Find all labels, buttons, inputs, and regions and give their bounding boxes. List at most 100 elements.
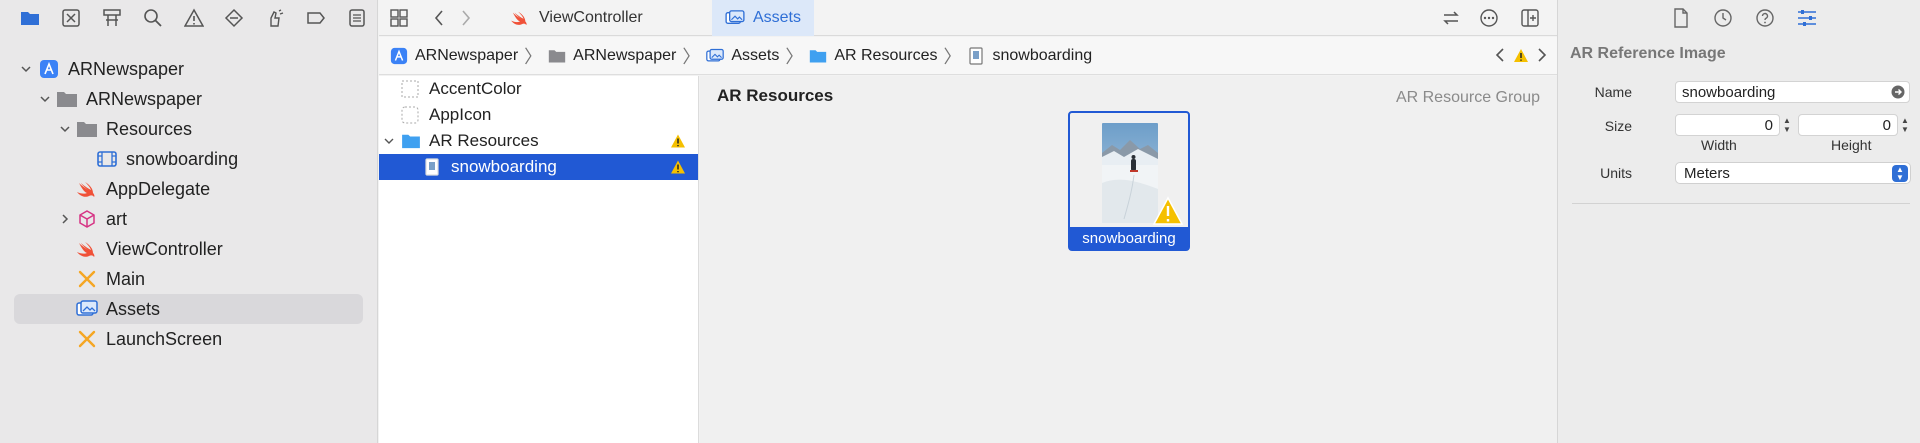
width-field[interactable]: 0 xyxy=(1675,114,1780,136)
source-control-icon[interactable] xyxy=(51,0,92,36)
chevron-down-icon[interactable] xyxy=(383,132,395,150)
file-inspector-icon[interactable] xyxy=(1669,6,1693,30)
breadcrumb-label: ARNewspaper xyxy=(573,46,677,64)
asset-item-appicon[interactable]: AppIcon xyxy=(379,102,698,128)
symbol-icon[interactable] xyxy=(92,0,133,36)
tree-item-arnewspaper-project[interactable]: ARNewspaper xyxy=(14,54,363,84)
issue-navigation xyxy=(1495,47,1547,63)
breadcrumb-item-snowboarding[interactable]: snowboarding xyxy=(967,47,1092,65)
asset-label: AR Resources xyxy=(429,131,539,150)
divider xyxy=(1572,203,1910,204)
report-icon[interactable] xyxy=(336,0,377,36)
navigator-toolbar xyxy=(0,0,377,36)
ar-image-icon xyxy=(967,46,985,65)
breadcrumb-separator: 〉 xyxy=(785,46,804,67)
units-value: Meters xyxy=(1684,164,1730,182)
height-stepper[interactable]: ▲ ▼ xyxy=(1899,114,1911,136)
assets-icon xyxy=(706,47,725,65)
height-value: 0 xyxy=(1882,116,1891,134)
breadcrumb-item-assets[interactable]: Assets 〉 xyxy=(706,43,809,69)
xcode-project-icon xyxy=(38,58,60,80)
popup-arrows-icon: ▲ ▼ xyxy=(1892,165,1908,182)
forward-chevron-icon[interactable] xyxy=(450,0,482,36)
more-options-icon[interactable] xyxy=(1473,0,1505,36)
folder-icon[interactable] xyxy=(10,0,51,36)
width-sublabel: Width xyxy=(1701,137,1737,153)
app-icon-set-icon xyxy=(401,106,419,124)
units-popup[interactable]: Meters ▲ ▼ xyxy=(1675,162,1911,184)
assets-icon xyxy=(725,10,745,26)
swap-arrows-icon[interactable] xyxy=(1435,0,1467,36)
chevron-down-icon[interactable] xyxy=(58,122,72,136)
swift-icon xyxy=(76,178,98,200)
folder-icon xyxy=(401,132,421,150)
width-value: 0 xyxy=(1764,116,1773,134)
attributes-inspector-icon[interactable] xyxy=(1795,6,1819,30)
tree-item-viewcontroller[interactable]: ViewController xyxy=(14,234,363,264)
tree-item-appdelegate[interactable]: AppDelegate xyxy=(14,174,363,204)
tree-item-main[interactable]: Main xyxy=(14,264,363,294)
asset-item-snowboarding[interactable]: snowboarding xyxy=(379,154,698,180)
previous-issue-icon[interactable] xyxy=(1495,47,1505,63)
units-label: Units xyxy=(1600,165,1632,181)
width-stepper[interactable]: ▲ ▼ xyxy=(1781,114,1793,136)
warning-icon xyxy=(671,160,685,174)
tree-item-label: Main xyxy=(106,268,146,289)
breadcrumb-item-group[interactable]: ARNewspaper 〉 xyxy=(548,43,706,69)
asset-item-accentcolor[interactable]: AccentColor xyxy=(379,76,698,102)
tree-item-art[interactable]: art xyxy=(14,204,363,234)
tree-item-label: LaunchScreen xyxy=(106,328,223,349)
ar-image-tile[interactable]: snowboarding xyxy=(1068,111,1190,251)
storyboard-icon xyxy=(76,328,98,350)
assets-icon xyxy=(76,298,98,320)
breadcrumb-item-ar-resources[interactable]: AR Resources 〉 xyxy=(809,43,967,69)
film-icon xyxy=(96,148,118,170)
warning-icon[interactable] xyxy=(1513,48,1529,63)
add-editor-icon[interactable] xyxy=(1514,0,1546,36)
breakpoint-icon[interactable] xyxy=(295,0,336,36)
tree-item-label: snowboarding xyxy=(126,148,239,169)
group-title: AR Resources xyxy=(717,86,834,105)
help-inspector-icon[interactable] xyxy=(1753,6,1777,30)
name-field[interactable]: snowboarding xyxy=(1675,81,1910,103)
tree-item-label: Resources xyxy=(106,118,193,139)
height-field[interactable]: 0 xyxy=(1798,114,1898,136)
tree-item-resources[interactable]: Resources xyxy=(14,114,363,144)
chevron-down-icon[interactable] xyxy=(19,62,33,76)
breadcrumb-label: ARNewspaper xyxy=(415,46,519,64)
tab-viewcontroller[interactable]: ViewController xyxy=(485,0,663,36)
tree-item-launchscreen[interactable]: LaunchScreen xyxy=(14,324,363,354)
swift-icon xyxy=(511,10,529,26)
height-sublabel: Height xyxy=(1831,137,1872,153)
asset-label: snowboarding xyxy=(451,157,557,176)
breadcrumb-item-project[interactable]: ARNewspaper 〉 xyxy=(390,43,548,69)
breadcrumb-label: snowboarding xyxy=(992,46,1093,64)
history-inspector-icon[interactable] xyxy=(1711,6,1735,30)
tree-item-label: Assets xyxy=(106,298,161,319)
tree-item-assets[interactable]: Assets xyxy=(14,294,363,324)
attributes-inspector: AR Reference Image Name snowboarding Siz… xyxy=(1557,0,1920,443)
tree-item-label: ARNewspaper xyxy=(68,58,185,79)
debug-icon[interactable] xyxy=(255,0,296,36)
chevron-right-icon[interactable] xyxy=(58,212,72,226)
next-issue-icon[interactable] xyxy=(1537,47,1547,63)
find-icon[interactable] xyxy=(132,0,173,36)
size-label: Size xyxy=(1604,118,1632,134)
chevron-down-icon[interactable] xyxy=(38,92,52,106)
grid-icon[interactable] xyxy=(383,0,415,36)
asset-item-ar-resources[interactable]: AR Resources xyxy=(379,128,698,154)
inspector-toolbar xyxy=(1558,0,1920,36)
tab-assets[interactable]: Assets xyxy=(712,0,814,36)
tree-item-snowboarding[interactable]: snowboarding xyxy=(14,144,363,174)
go-arrow-icon[interactable] xyxy=(1891,85,1905,99)
ar-image-icon xyxy=(423,158,441,176)
breadcrumb-label: AR Resources xyxy=(834,46,938,64)
breadcrumb: ARNewspaper 〉 ARNewspaper 〉 Assets 〉 AR … xyxy=(379,37,1557,75)
name-label: Name xyxy=(1594,84,1632,100)
folder-icon xyxy=(809,47,827,65)
asset-catalog-outline: AccentColor AppIcon AR Resources snowboa… xyxy=(379,76,699,443)
test-icon[interactable] xyxy=(214,0,255,36)
tile-label: snowboarding xyxy=(1070,227,1188,249)
tree-item-arnewspaper-group[interactable]: ARNewspaper xyxy=(14,84,363,114)
issue-icon[interactable] xyxy=(173,0,214,36)
